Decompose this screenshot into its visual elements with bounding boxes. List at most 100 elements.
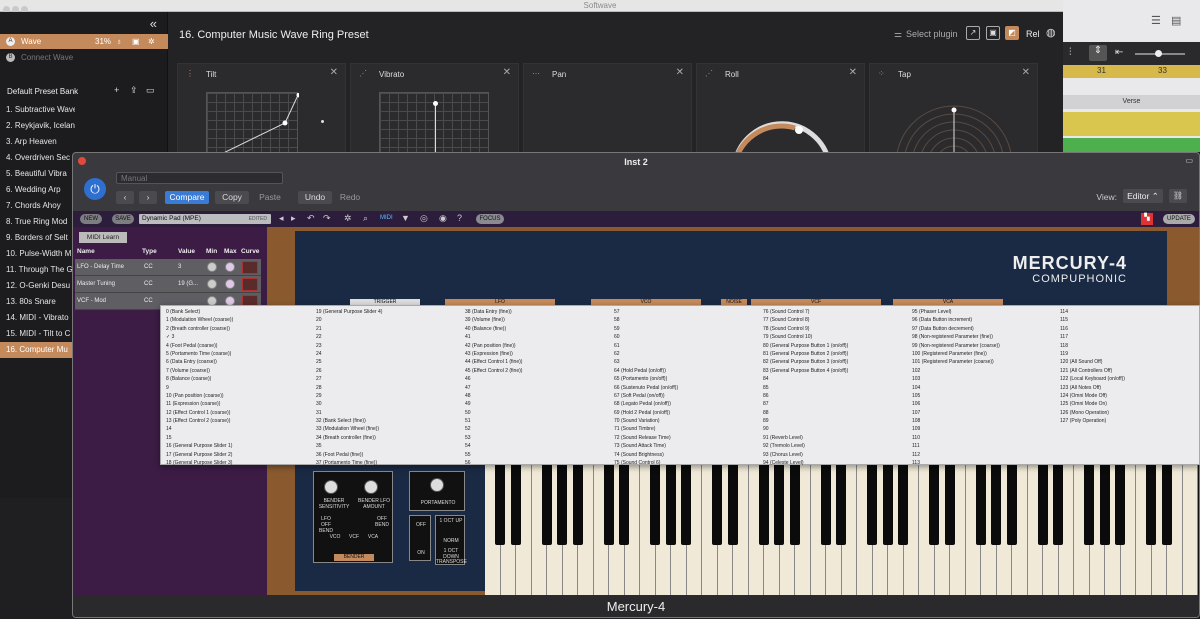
menu-item[interactable]: 58 <box>614 316 759 324</box>
menu-item[interactable]: 4 (Foot Pedal (coarse)) <box>166 342 311 350</box>
black-key[interactable] <box>929 465 939 545</box>
focus-button[interactable]: FOCUS <box>476 214 504 224</box>
white-key[interactable] <box>1182 465 1198 595</box>
menu-item[interactable]: 53 <box>465 434 610 442</box>
undo-button[interactable]: Undo <box>298 191 332 204</box>
mercury-preset-field[interactable]: Dynamic Pad (MPE) EDITED <box>139 214 271 224</box>
black-key[interactable] <box>944 465 955 545</box>
menu-item[interactable]: 127 (Poly Operation) <box>1060 417 1200 425</box>
menu-item[interactable]: 67 (Soft Pedal (on/off)) <box>614 392 759 400</box>
menu-item[interactable]: 38 (Data Entry (fine)) <box>465 308 610 316</box>
menu-item[interactable]: 27 <box>316 375 461 383</box>
redo-button[interactable]: Redo <box>335 191 365 204</box>
menu-item[interactable]: 46 <box>465 375 610 383</box>
menu-item[interactable]: 30 <box>316 400 461 408</box>
gear-icon[interactable]: ✲ <box>148 34 155 49</box>
help-icon[interactable]: ? <box>457 213 462 223</box>
paste-button[interactable]: Paste <box>253 191 287 204</box>
drag-handle-icon[interactable]: ⋯ <box>532 69 540 78</box>
menu-item[interactable]: 125 (Omni Mode On) <box>1060 400 1200 408</box>
menu-item[interactable]: 92 (Tremolo Level) <box>763 442 908 450</box>
curve-box[interactable] <box>242 278 258 291</box>
rel-toggle[interactable]: Rel <box>1026 29 1040 39</box>
search-icon[interactable]: ⌕ <box>363 213 368 224</box>
menu-item[interactable]: 98 (Non-registered Parameter (fine)) <box>912 333 1057 341</box>
menu-item[interactable]: 55 <box>465 451 610 459</box>
menu-item[interactable]: 35 <box>316 442 461 450</box>
preset-item[interactable]: 12. O-Genki Desu <box>0 278 75 294</box>
menu-item[interactable]: 66 (Sustenuto Pedal (on/off)) <box>614 384 759 392</box>
prev-arrow-icon[interactable]: ◂ <box>279 213 284 224</box>
card-pan[interactable]: ⋯ Pan ✕ <box>523 63 692 163</box>
black-key[interactable] <box>510 465 521 545</box>
next-preset-button[interactable]: › <box>139 191 157 204</box>
next-arrow-icon[interactable]: ▸ <box>291 213 296 224</box>
menu-item[interactable]: 21 <box>316 325 461 333</box>
menu-item[interactable]: 24 <box>316 350 461 358</box>
preset-item[interactable]: 10. Pulse-Width M <box>0 246 75 262</box>
menu-item[interactable]: 48 <box>465 392 610 400</box>
comment-icon[interactable]: ▭ <box>146 85 155 96</box>
menu-item[interactable]: 90 <box>763 425 908 433</box>
menu-item[interactable]: 88 <box>763 409 908 417</box>
plugin-slot-b[interactable]: B Connect Wave <box>0 50 168 65</box>
menu-item[interactable]: 99 (Non-registered Parameter (coarse)) <box>912 342 1057 350</box>
menu-item[interactable]: 121 (All Controllers Off) <box>1060 367 1200 375</box>
menu-item[interactable]: 40 (Balance (fine)) <box>465 325 610 333</box>
preset-item[interactable]: 1. Subtractive Waves <box>0 102 75 118</box>
menu-item[interactable]: 84 <box>763 375 908 383</box>
settings-icon[interactable]: ✲ <box>344 213 352 224</box>
black-key[interactable] <box>898 465 908 545</box>
split-icon[interactable]: ⇤ <box>1115 47 1123 58</box>
curve-box[interactable] <box>242 261 258 274</box>
view-select[interactable]: Editor ⌃ <box>1123 189 1163 203</box>
card-tilt[interactable]: ⋮ Tilt ✕ <box>177 63 346 163</box>
menu-item[interactable]: 57 <box>614 308 759 316</box>
menu-item[interactable]: 122 (Local Keyboard (on/off)) <box>1060 375 1200 383</box>
preset-item[interactable]: 13. 80s Snare <box>0 294 75 310</box>
menu-item[interactable]: 101 (Registered Parameter (coarse)) <box>912 358 1057 366</box>
menu-item[interactable]: 123 (All Notes Off) <box>1060 384 1200 392</box>
black-key[interactable] <box>619 465 629 545</box>
bender-lfo-knob[interactable] <box>364 480 378 494</box>
preset-item[interactable]: 3. Arp Heaven <box>0 134 75 150</box>
menu-item[interactable]: 86 <box>763 392 908 400</box>
min-knob[interactable] <box>207 279 217 289</box>
transpose-section[interactable]: 1 OCT UP NORM 1 OCT DOWN TRANSPOSE <box>435 515 467 565</box>
preset-item[interactable]: 2. Reykjavik, Iceland <box>0 118 75 134</box>
close-icon[interactable]: ✕ <box>330 67 338 78</box>
menu-item[interactable]: 113 <box>912 459 1057 467</box>
menu-item[interactable]: 20 <box>316 316 461 324</box>
menu-item[interactable]: 36 (Foot Pedal (fine)) <box>316 451 461 459</box>
menu-item[interactable]: 12 (Effect Control 1 (coarse)) <box>166 409 311 417</box>
black-key[interactable] <box>712 465 722 545</box>
sliders-icon[interactable]: ⚌ <box>894 29 902 40</box>
menu-item[interactable]: 100 (Registered Parameter (fine)) <box>912 350 1057 358</box>
preset-item[interactable]: 4. Overdriven Sec <box>0 150 75 166</box>
menu-item[interactable]: 68 (Legato Pedal (on/off)) <box>614 400 759 408</box>
menu-item[interactable]: 110 <box>912 434 1057 442</box>
preset-item[interactable]: 9. Borders of Selt <box>0 230 75 246</box>
close-icon[interactable]: ✕ <box>849 67 857 78</box>
menu-item[interactable]: 47 <box>465 384 610 392</box>
menu-item[interactable]: 70 (Sound Variation) <box>614 417 759 425</box>
menu-item[interactable]: 104 <box>912 384 1057 392</box>
menu-item[interactable]: 11 (Expression (coarse)) <box>166 400 311 408</box>
black-key[interactable] <box>603 465 614 545</box>
drag-handle-icon[interactable]: ⋮ <box>186 69 194 78</box>
menu-item[interactable]: 119 <box>1060 350 1200 358</box>
menu-item[interactable]: 10 (Pan position (coarse)) <box>166 392 311 400</box>
preset-item[interactable]: 8. True Ring Mod <box>0 214 75 230</box>
menu-item[interactable]: 126 (Mono Operation) <box>1060 409 1200 417</box>
menu-item[interactable]: 13 (Effect Control 2 (coarse)) <box>166 417 311 425</box>
menu-item[interactable]: 31 <box>316 409 461 417</box>
menu-item[interactable]: 42 (Pan position (fine)) <box>465 342 610 350</box>
list-icon[interactable]: ☰ <box>1151 14 1161 27</box>
audio-region[interactable] <box>1063 112 1200 136</box>
share-icon[interactable]: ⇪ <box>130 85 138 96</box>
verse-marker[interactable]: Verse <box>1063 95 1200 109</box>
green-region[interactable] <box>1063 138 1200 152</box>
portamento-switch[interactable]: OFF ON <box>409 515 431 561</box>
menu-item[interactable]: 91 (Reverb Level) <box>763 434 908 442</box>
menu-item[interactable]: 59 <box>614 325 759 333</box>
